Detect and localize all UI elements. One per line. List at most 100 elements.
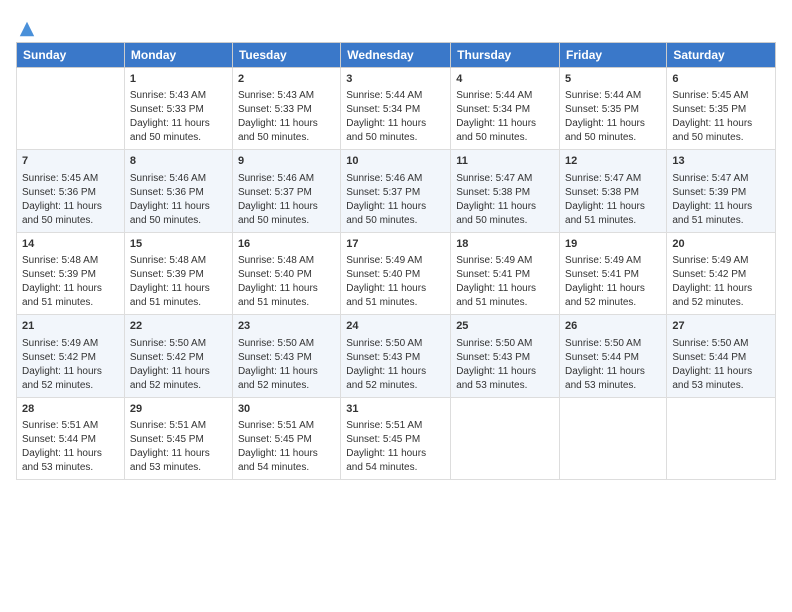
calendar-cell: 14Sunrise: 5:48 AMSunset: 5:39 PMDayligh… <box>17 232 125 314</box>
day-number: 11 <box>456 154 554 169</box>
cell-content-line: Daylight: 11 hours <box>672 365 770 379</box>
day-number: 22 <box>130 319 227 334</box>
cell-content-line: and 52 minutes. <box>130 379 227 393</box>
cell-content-line: Sunrise: 5:45 AM <box>22 172 119 186</box>
cell-content-line: Daylight: 11 hours <box>130 365 227 379</box>
cell-content-line: Sunset: 5:42 PM <box>130 351 227 365</box>
cell-content-line: Sunset: 5:37 PM <box>346 186 445 200</box>
cell-content-line: and 50 minutes. <box>456 131 554 145</box>
cell-content-line: Daylight: 11 hours <box>672 200 770 214</box>
calendar-cell <box>451 397 560 479</box>
calendar-cell: 11Sunrise: 5:47 AMSunset: 5:38 PMDayligh… <box>451 150 560 232</box>
cell-content-line: Daylight: 11 hours <box>672 117 770 131</box>
calendar-cell: 6Sunrise: 5:45 AMSunset: 5:35 PMDaylight… <box>667 68 776 150</box>
cell-content-line: and 51 minutes. <box>130 296 227 310</box>
cell-content-line: Daylight: 11 hours <box>346 282 445 296</box>
day-number: 19 <box>565 237 661 252</box>
cell-content-line: Sunset: 5:35 PM <box>565 103 661 117</box>
cell-content-line: Sunrise: 5:48 AM <box>238 254 335 268</box>
header-day-wednesday: Wednesday <box>341 43 451 68</box>
cell-content-line: Daylight: 11 hours <box>346 447 445 461</box>
day-number: 17 <box>346 237 445 252</box>
cell-content-line: Sunrise: 5:49 AM <box>565 254 661 268</box>
calendar-cell: 19Sunrise: 5:49 AMSunset: 5:41 PMDayligh… <box>560 232 667 314</box>
calendar-week-5: 28Sunrise: 5:51 AMSunset: 5:44 PMDayligh… <box>17 397 776 479</box>
day-number: 7 <box>22 154 119 169</box>
calendar-cell: 29Sunrise: 5:51 AMSunset: 5:45 PMDayligh… <box>124 397 232 479</box>
day-number: 23 <box>238 319 335 334</box>
day-number: 2 <box>238 72 335 87</box>
cell-content-line: Sunset: 5:41 PM <box>456 268 554 282</box>
cell-content-line: Sunrise: 5:50 AM <box>565 337 661 351</box>
calendar-cell: 1Sunrise: 5:43 AMSunset: 5:33 PMDaylight… <box>124 68 232 150</box>
calendar-cell: 18Sunrise: 5:49 AMSunset: 5:41 PMDayligh… <box>451 232 560 314</box>
cell-content-line: Daylight: 11 hours <box>456 200 554 214</box>
cell-content-line: and 52 minutes. <box>22 379 119 393</box>
cell-content-line: Sunset: 5:40 PM <box>238 268 335 282</box>
calendar-week-2: 7Sunrise: 5:45 AMSunset: 5:36 PMDaylight… <box>17 150 776 232</box>
calendar-cell: 10Sunrise: 5:46 AMSunset: 5:37 PMDayligh… <box>341 150 451 232</box>
cell-content-line: and 51 minutes. <box>565 214 661 228</box>
day-number: 21 <box>22 319 119 334</box>
cell-content-line: and 53 minutes. <box>672 379 770 393</box>
cell-content-line: and 53 minutes. <box>565 379 661 393</box>
day-number: 27 <box>672 319 770 334</box>
calendar-cell: 30Sunrise: 5:51 AMSunset: 5:45 PMDayligh… <box>232 397 340 479</box>
cell-content-line: Sunrise: 5:47 AM <box>672 172 770 186</box>
cell-content-line: Sunset: 5:42 PM <box>672 268 770 282</box>
header-day-monday: Monday <box>124 43 232 68</box>
cell-content-line: Sunrise: 5:50 AM <box>672 337 770 351</box>
calendar-cell: 22Sunrise: 5:50 AMSunset: 5:42 PMDayligh… <box>124 315 232 397</box>
cell-content-line: and 50 minutes. <box>238 214 335 228</box>
day-number: 1 <box>130 72 227 87</box>
day-number: 9 <box>238 154 335 169</box>
day-number: 20 <box>672 237 770 252</box>
day-number: 24 <box>346 319 445 334</box>
cell-content-line: Sunrise: 5:48 AM <box>130 254 227 268</box>
calendar-header-row: SundayMondayTuesdayWednesdayThursdayFrid… <box>17 43 776 68</box>
cell-content-line: Daylight: 11 hours <box>130 282 227 296</box>
calendar-cell: 27 Sunrise: 5:50 AMSunset: 5:44 PMDayligh… <box>667 315 776 397</box>
calendar-cell <box>17 68 125 150</box>
calendar-cell <box>667 397 776 479</box>
cell-content-line: Sunrise: 5:44 AM <box>346 89 445 103</box>
cell-content-line: Sunrise: 5:49 AM <box>456 254 554 268</box>
cell-content-line: and 50 minutes. <box>130 214 227 228</box>
cell-content-line: Daylight: 11 hours <box>238 200 335 214</box>
day-number: 15 <box>130 237 227 252</box>
cell-content-line: Daylight: 11 hours <box>130 447 227 461</box>
day-number: 25 <box>456 319 554 334</box>
cell-content-line: Sunset: 5:33 PM <box>238 103 335 117</box>
day-number: 29 <box>130 402 227 417</box>
cell-content-line: Daylight: 11 hours <box>346 365 445 379</box>
day-number: 13 <box>672 154 770 169</box>
page-container: SundayMondayTuesdayWednesdayThursdayFrid… <box>0 0 792 488</box>
cell-content-line: Daylight: 11 hours <box>456 282 554 296</box>
cell-content-line: Sunset: 5:43 PM <box>346 351 445 365</box>
cell-content-line: Daylight: 11 hours <box>22 282 119 296</box>
calendar-table: SundayMondayTuesdayWednesdayThursdayFrid… <box>16 42 776 480</box>
cell-content-line: Sunset: 5:35 PM <box>672 103 770 117</box>
calendar-cell: 24Sunrise: 5:50 AMSunset: 5:43 PMDayligh… <box>341 315 451 397</box>
day-number: 5 <box>565 72 661 87</box>
cell-content-line: Sunrise: 5:46 AM <box>130 172 227 186</box>
cell-content-line: Daylight: 11 hours <box>22 447 119 461</box>
cell-content-line: Daylight: 11 hours <box>346 117 445 131</box>
cell-content-line: Sunset: 5:44 PM <box>22 433 119 447</box>
cell-content-line: Sunrise: 5:51 AM <box>346 419 445 433</box>
day-number: 26 <box>565 319 661 334</box>
calendar-cell: 31Sunrise: 5:51 AMSunset: 5:45 PMDayligh… <box>341 397 451 479</box>
cell-content-line: and 52 minutes. <box>238 379 335 393</box>
cell-content-line: Daylight: 11 hours <box>565 200 661 214</box>
header-day-saturday: Saturday <box>667 43 776 68</box>
cell-content-line: Sunrise: 5:51 AM <box>22 419 119 433</box>
header <box>16 16 776 38</box>
calendar-cell: 12Sunrise: 5:47 AMSunset: 5:38 PMDayligh… <box>560 150 667 232</box>
cell-content-line: and 51 minutes. <box>238 296 335 310</box>
cell-content-line: Sunrise: 5:47 AM <box>456 172 554 186</box>
calendar-cell: 25Sunrise: 5:50 AMSunset: 5:43 PMDayligh… <box>451 315 560 397</box>
cell-content-line: and 50 minutes. <box>672 131 770 145</box>
cell-content-line: Sunset: 5:44 PM <box>672 351 770 365</box>
calendar-cell: 2Sunrise: 5:43 AMSunset: 5:33 PMDaylight… <box>232 68 340 150</box>
cell-content-line: Sunset: 5:39 PM <box>672 186 770 200</box>
